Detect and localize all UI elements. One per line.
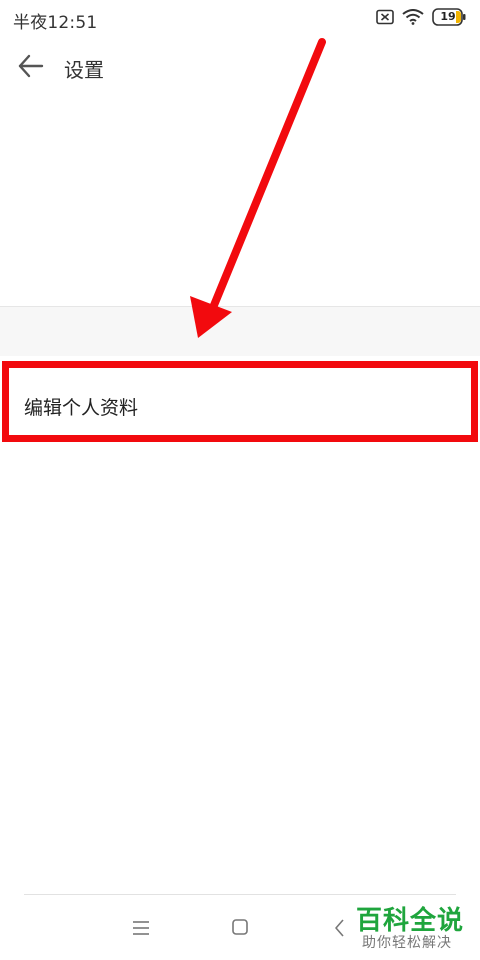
watermark: 百科全说 助你轻松解决 xyxy=(356,900,472,956)
sim-disabled-icon xyxy=(376,9,394,25)
back-icon xyxy=(335,919,344,937)
nav-menu-button[interactable] xyxy=(128,916,154,940)
app-bar: 设置 xyxy=(0,42,480,90)
wifi-icon xyxy=(402,9,424,25)
highlight-box xyxy=(2,361,478,442)
page-title: 设置 xyxy=(64,58,104,82)
nav-divider xyxy=(24,894,456,895)
section-divider xyxy=(0,306,480,356)
nav-back-button[interactable] xyxy=(330,916,350,940)
home-icon xyxy=(232,919,248,935)
nav-home-button[interactable] xyxy=(228,916,252,940)
watermark-subtitle: 助你轻松解决 xyxy=(362,935,452,951)
arrow-left-icon xyxy=(18,54,44,78)
status-time: 半夜12:51 xyxy=(13,13,98,33)
back-button[interactable] xyxy=(16,52,46,80)
status-bar: 半夜12:51 19 xyxy=(0,0,480,34)
battery-indicator: 19 xyxy=(432,8,466,26)
status-icons: 19 xyxy=(376,8,466,26)
menu-icon xyxy=(133,921,149,935)
battery-level: 19 xyxy=(440,10,456,23)
annotation-arrow xyxy=(190,38,326,338)
